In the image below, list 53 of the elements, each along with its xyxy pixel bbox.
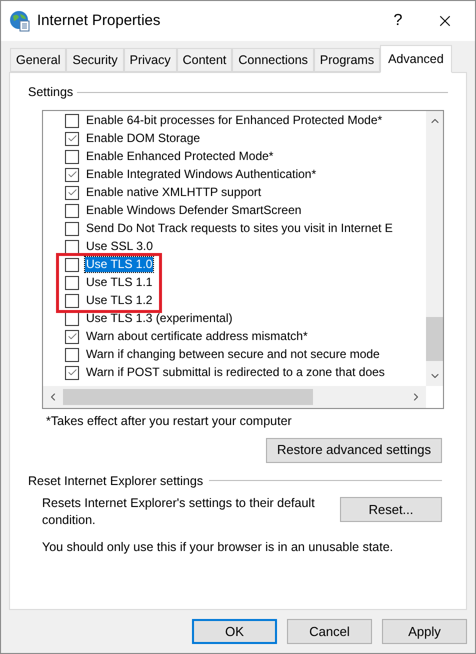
setting-label[interactable]: Warn if POST submittal is redirected to a zone that does	[85, 365, 386, 380]
checkbox[interactable]	[65, 132, 79, 146]
checkbox[interactable]	[65, 240, 79, 254]
dialog-button[interactable]: Apply	[382, 619, 467, 644]
setting-label[interactable]: Enable native XMLHTTP support	[85, 185, 262, 200]
setting-label[interactable]: Use TLS 1.0	[85, 257, 154, 272]
scroll-thumb[interactable]	[63, 388, 313, 405]
checkbox[interactable]	[65, 276, 79, 290]
reset-warning: You should only use this if your browser is in an unusable state.	[42, 539, 394, 556]
footnote: *Takes effect after you restart your computer	[46, 412, 293, 430]
reset-button[interactable]: Reset...	[340, 497, 442, 522]
checkbox[interactable]	[65, 258, 79, 272]
checkbox[interactable]	[65, 330, 79, 344]
dialog-button[interactable]: OK	[192, 619, 277, 644]
tab[interactable]: Connections	[232, 48, 314, 72]
setting-label[interactable]: Enable DOM Storage	[85, 131, 202, 146]
reset-description: Resets Internet Explorer's settings to their default condition.	[42, 495, 316, 530]
window-title: Internet Properties	[37, 10, 160, 31]
checkbox[interactable]	[65, 222, 79, 236]
checkbox[interactable]	[65, 168, 79, 182]
setting-label[interactable]: Enable Windows Defender SmartScreen	[85, 203, 302, 218]
restore-advanced-settings-button[interactable]: Restore advanced settings	[266, 438, 442, 462]
setting-label[interactable]: Use TLS 1.3 (experimental)	[85, 311, 234, 326]
checkbox[interactable]	[65, 348, 79, 362]
vertical-scrollbar[interactable]	[426, 110, 443, 386]
group-title: Settings	[28, 84, 74, 101]
checkbox[interactable]	[65, 114, 79, 128]
scroll-thumb[interactable]	[426, 316, 443, 361]
help-button[interactable]: ?	[383, 9, 413, 33]
checkbox[interactable]	[65, 366, 79, 380]
setting-label[interactable]: Use TLS 1.2	[85, 293, 154, 308]
setting-label[interactable]: Warn if changing between secure and not secure mode	[85, 347, 381, 362]
tab[interactable]: Security	[66, 48, 124, 72]
tab[interactable]: General	[10, 48, 66, 72]
dialog-button[interactable]: Cancel	[287, 619, 372, 644]
setting-label[interactable]: Use TLS 1.1	[85, 275, 154, 290]
tab[interactable]: Content	[176, 48, 232, 72]
checkbox[interactable]	[65, 204, 79, 218]
group-title: Reset Internet Explorer settings	[28, 472, 204, 490]
tab[interactable]: Programs	[314, 48, 380, 72]
tab[interactable]: Privacy	[124, 48, 177, 72]
setting-label[interactable]: Enable Enhanced Protected Mode*	[85, 149, 274, 164]
setting-label[interactable]: Warn about certificate address mismatch*	[85, 329, 309, 344]
checkbox[interactable]	[65, 186, 79, 200]
horizontal-scrollbar[interactable]	[43, 386, 426, 408]
globe-icon	[9, 10, 31, 32]
setting-label[interactable]: Enable Integrated Windows Authentication*	[85, 167, 318, 182]
checkbox[interactable]	[65, 294, 79, 308]
checkbox[interactable]	[65, 150, 79, 164]
tab[interactable]: Advanced	[380, 45, 452, 73]
setting-label[interactable]: Enable 64-bit processes for Enhanced Protected Mode*	[85, 113, 384, 128]
setting-label[interactable]: Send Do Not Track requests to sites you visit in Internet E	[85, 221, 394, 236]
setting-label[interactable]: Use SSL 3.0	[85, 239, 154, 254]
